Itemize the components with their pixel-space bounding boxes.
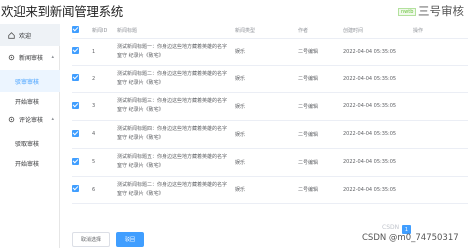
row-checkbox[interactable] — [72, 74, 79, 81]
cell-actions — [413, 176, 468, 204]
cell-id: 5 — [92, 148, 117, 177]
sidebar-item-fetch-review[interactable]: 驳取审核 — [0, 132, 60, 154]
sidebar-item-label: 驳取审核 — [15, 140, 40, 148]
table-row: 1 测试新闻标题一：你身边这些地方藏着英雄的名字 窒守 纪录片《致宅》 娱乐 二号编辑… — [72, 38, 468, 66]
user-tag: nwtb — [398, 8, 417, 16]
main-content: 新闻ID 新闻标题 新闻类型 作者 创建时间 操作 1 测试新闻标题一：你身边这些… — [60, 24, 474, 248]
user-name[interactable]: 三号审核 — [418, 3, 464, 19]
sidebar: 欢迎 新闻审核 ▴ 驳审审核 开始审核 评论审核 ▴ 驳取审核 开始审核 — [0, 24, 60, 248]
row-checkbox[interactable] — [72, 185, 79, 192]
row-select-cell[interactable] — [72, 176, 92, 204]
row-select-cell[interactable] — [72, 120, 92, 149]
cell-time: 2022-04-04 05:35:05 — [343, 92, 413, 121]
cell-type: 娱乐 — [235, 65, 298, 93]
cell-type: 娱乐 — [235, 38, 298, 66]
sidebar-item-label: 驳审审核 — [15, 78, 40, 86]
select-all-checkbox[interactable] — [72, 26, 79, 34]
sidebar-item-label: 欢迎 — [19, 32, 32, 40]
table-row: 3 测试新闻标题三：你身边这些地方藏着英雄的名字 窒守 纪录片《致宅》 娱乐 二号编辑… — [72, 92, 468, 121]
cell-actions — [413, 120, 468, 149]
cell-time: 2022-04-04 05:35:05 — [343, 120, 413, 149]
cell-title: 测试新闻标题二：你身边这些地方藏着英雄的名字 窒守 纪录片《致宅》 — [117, 176, 235, 204]
cell-author: 二号编辑 — [298, 120, 343, 149]
cell-time: 2022-04-04 05:35:05 — [343, 176, 413, 204]
cell-actions — [413, 38, 468, 66]
table-row: 6 测试新闻标题二：你身边这些地方藏着英雄的名字 窒守 纪录片《致宅》 娱乐 二号编辑… — [72, 176, 468, 204]
gear-icon — [8, 54, 15, 61]
watermark: CSDN @m0_74750317 — [362, 233, 459, 243]
cell-id: 2 — [92, 65, 117, 93]
cell-type: 娱乐 — [235, 148, 298, 177]
cell-time: 2022-04-04 05:35:05 — [343, 38, 413, 66]
table-row: 2 测试新闻标题二：你身边这些地方藏着英雄的名字 窒守 纪录片《致宅》 娱乐 二号编辑… — [72, 65, 468, 93]
sidebar-item-label: 新闻审核 — [19, 54, 44, 62]
row-checkbox[interactable] — [72, 47, 79, 54]
cell-title: 测试新闻标题四：你身边这些地方藏着英雄的名字 窒守 纪录片《致宅》 — [117, 120, 235, 149]
select-all-cell[interactable] — [72, 24, 92, 39]
sidebar-item-start-comment-review[interactable]: 开始审核 — [0, 152, 60, 174]
cell-author: 二号编辑 — [298, 92, 343, 121]
column-header-id: 新闻ID — [92, 24, 117, 39]
cell-title: 测试新闻标题三：你身边这些地方藏着英雄的名字 窒守 纪录片《致宅》 — [117, 92, 235, 121]
sidebar-item-label: 开始审核 — [15, 160, 40, 168]
sidebar-item-label: 开始审核 — [15, 98, 40, 106]
chevron-up-icon: ▴ — [51, 116, 54, 122]
row-checkbox[interactable] — [72, 129, 79, 137]
sidebar-item-home[interactable]: 欢迎 — [0, 24, 60, 46]
cell-author: 二号编辑 — [298, 148, 343, 177]
cell-id: 4 — [92, 120, 117, 149]
cell-id: 1 — [92, 38, 117, 66]
watermark-prefix: CSDN — [382, 224, 400, 231]
top-header: 欢迎来到新闻管理系统 nwtb 三号审核 — [0, 0, 474, 24]
cell-actions — [413, 65, 468, 93]
row-select-cell[interactable] — [72, 65, 92, 93]
app-title: 欢迎来到新闻管理系统 — [1, 4, 124, 19]
reject-button[interactable]: 驳回 — [116, 232, 144, 247]
column-header-title: 新闻标题 — [117, 24, 235, 39]
cell-actions — [413, 148, 468, 177]
row-select-cell[interactable] — [72, 92, 92, 121]
cell-type: 娱乐 — [235, 120, 298, 149]
sidebar-group-comment-review[interactable]: 评论审核 ▴ — [0, 108, 60, 130]
table-header-row: 新闻ID 新闻标题 新闻类型 作者 创建时间 操作 — [72, 24, 468, 39]
sidebar-item-rejected-review[interactable]: 驳审审核 — [0, 70, 60, 92]
home-icon — [8, 31, 15, 39]
cell-actions — [413, 92, 468, 121]
cell-type: 娱乐 — [235, 176, 298, 204]
column-header-actions: 操作 — [413, 24, 468, 39]
cell-author: 二号编辑 — [298, 65, 343, 93]
cancel-selection-button[interactable]: 取消选择 — [72, 232, 110, 247]
sidebar-group-news-review[interactable]: 新闻审核 ▴ — [0, 46, 60, 68]
row-checkbox[interactable] — [72, 157, 79, 165]
cell-title: 测试新闻标题五：你身边这些地方藏着英雄的名字 窒守 纪录片《致宅》 — [117, 148, 235, 177]
cell-id: 3 — [92, 92, 117, 121]
cell-type: 娱乐 — [235, 92, 298, 121]
column-header-author: 作者 — [298, 24, 343, 39]
cell-author: 二号编辑 — [298, 176, 343, 204]
news-table: 新闻ID 新闻标题 新闻类型 作者 创建时间 操作 1 测试新闻标题一：你身边这些… — [72, 24, 468, 204]
cell-time: 2022-04-04 05:35:05 — [343, 148, 413, 177]
cell-title: 测试新闻标题一：你身边这些地方藏着英雄的名字 窒守 纪录片《致宅》 — [117, 38, 235, 66]
sidebar-item-label: 评论审核 — [19, 116, 44, 124]
table-row: 5 测试新闻标题五：你身边这些地方藏着英雄的名字 窒守 纪录片《致宅》 娱乐 二号编辑… — [72, 148, 468, 177]
cell-time: 2022-04-04 05:35:05 — [343, 65, 413, 93]
column-header-time: 创建时间 — [343, 24, 413, 39]
cell-title: 测试新闻标题二：你身边这些地方藏着英雄的名字 窒守 纪录片《致宅》 — [117, 65, 235, 93]
row-select-cell[interactable] — [72, 148, 92, 177]
gear-icon — [8, 116, 15, 123]
row-checkbox[interactable] — [72, 101, 79, 109]
cell-author: 二号编辑 — [298, 38, 343, 66]
column-header-type: 新闻类型 — [235, 24, 298, 39]
cell-id: 6 — [92, 176, 117, 204]
table-row: 4 测试新闻标题四：你身边这些地方藏着英雄的名字 窒守 纪录片《致宅》 娱乐 二号编辑… — [72, 120, 468, 149]
row-select-cell[interactable] — [72, 38, 92, 66]
chevron-up-icon: ▴ — [51, 54, 54, 60]
